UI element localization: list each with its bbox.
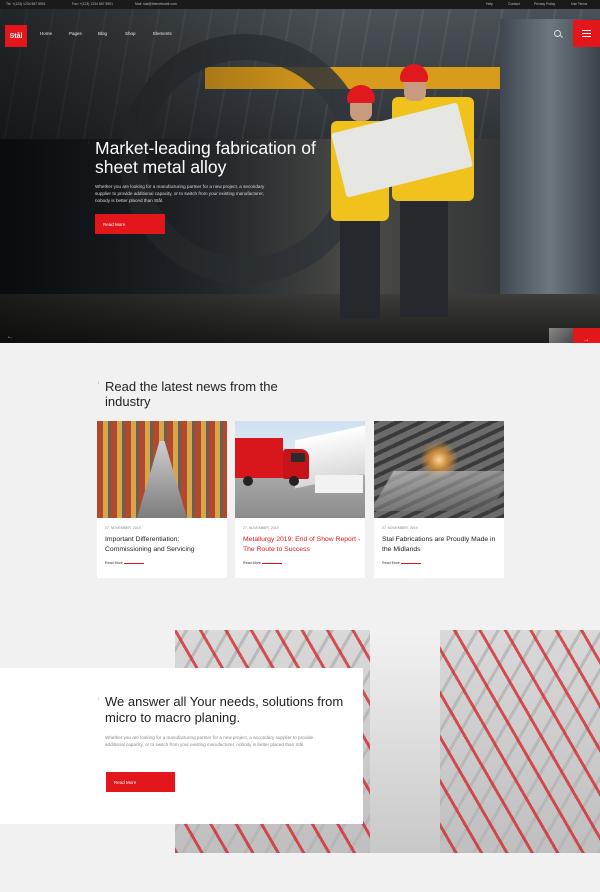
slider-prev-arrow-icon[interactable]: ← [7,334,13,340]
answer-read-more-button[interactable]: Read More [106,772,175,792]
search-icon[interactable] [554,30,561,37]
top-bar: Tel: +(123) 1234 567 8901 Fax: +(123) 12… [0,0,600,9]
news-title[interactable]: Metallurgy 2019: End of Show Report - Th… [243,535,361,554]
hero-title: Market-leading fabrication of sheet meta… [95,138,316,177]
read-more-link[interactable]: Read More [243,561,261,565]
news-card[interactable]: 27, NOVEMBER, 2019 Stal Fabrications are… [374,421,504,578]
answer-decoration: — [96,697,100,700]
news-title[interactable]: Important Differentiation: Commissioning… [105,535,223,554]
hero-section: Stål Home Pages Blog Shop Elements — Mar… [0,9,600,343]
nav-shop[interactable]: Shop [125,31,136,36]
help-link[interactable]: Help [486,0,493,9]
red-truck-image [235,421,365,518]
read-more-link[interactable]: Read More [105,561,123,565]
nav-elements[interactable]: Elements [153,31,172,36]
tank-image [500,19,600,309]
laser-cutting-image [374,421,504,518]
news-decoration: — [96,381,100,384]
privacy-policy-link[interactable]: Privacy Policy [534,0,555,9]
hero-decoration: — [86,141,90,144]
answer-title: We answer all Your needs, solutions from… [105,694,344,725]
slider-thumbnail[interactable] [549,328,573,343]
fax-text: Fax: +(123) 1234 567 8901 [72,2,114,6]
news-date: 27, NOVEMBER, 2019 [105,526,141,530]
use-terms-link[interactable]: Use Terms [571,0,587,9]
news-date: 27, NOVEMBER, 2019 [382,526,418,530]
news-title[interactable]: Stal Fabrications are Proudly Made in th… [382,535,500,554]
read-more-link[interactable]: Read More [382,561,400,565]
news-card[interactable]: 27, NOVEMBER, 2019 Metallurgy 2019: End … [235,421,365,578]
warehouse-aisle-image [370,630,440,853]
warehouse-shelves-image [97,421,227,518]
read-more-underline [262,563,282,564]
hero-read-more-button[interactable]: Read More [95,214,165,234]
menu-icon[interactable] [573,20,600,47]
contact-link[interactable]: Contact [508,0,520,9]
news-card[interactable]: 27, NOVEMBER, 2019 Important Differentia… [97,421,227,578]
news-section-title: Read the latest news from the industry [105,379,278,409]
hero-text: Whether you are looking for a manufactur… [95,184,265,204]
read-more-underline [124,563,144,564]
email-link[interactable]: Mail: stal@themefuselt.com [135,0,177,9]
nav-pages[interactable]: Pages [69,31,82,36]
nav-blog[interactable]: Blog [98,31,107,36]
site-logo[interactable]: Stål [5,25,27,47]
slider-next-arrow-icon[interactable]: → [573,328,600,343]
answer-text: Whether you are looking for a manufactur… [105,735,314,748]
read-more-underline [401,563,421,564]
nav-home[interactable]: Home [40,31,52,36]
phone-text: Tel: +(123) 1234 567 8901 [6,2,46,6]
news-date: 27, NOVEMBER, 2019 [243,526,279,530]
